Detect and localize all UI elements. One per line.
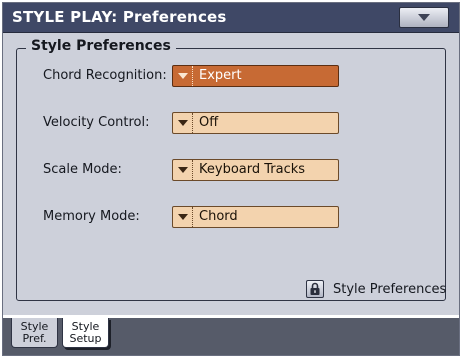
style-preferences-lock-label: Style Preferences (333, 282, 447, 297)
memory-mode-label: Memory Mode: (43, 209, 140, 224)
chord-recognition-label: Chord Recognition: (43, 68, 167, 83)
memory-mode-dropdown[interactable]: Chord (172, 206, 339, 228)
group-title: Style Preferences (26, 38, 176, 54)
lock-icon (310, 282, 320, 295)
tab-style-pref[interactable]: Style Pref. (11, 318, 58, 348)
dropdown-arrow-icon (173, 113, 193, 133)
style-preferences-lock-button[interactable] (306, 280, 324, 298)
velocity-control-value: Off (199, 115, 219, 130)
scale-mode-dropdown[interactable]: Keyboard Tracks (172, 159, 339, 181)
chord-recognition-value: Expert (199, 68, 242, 83)
chevron-down-icon (418, 14, 430, 21)
velocity-control-label: Velocity Control: (43, 115, 150, 130)
tab-strip: Style Pref. Style Setup (3, 315, 459, 355)
dropdown-arrow-icon (173, 160, 193, 180)
dropdown-arrow-icon (173, 207, 193, 227)
tab-style-pref-line2: Pref. (22, 332, 47, 345)
style-preferences-panel: Chord Recognition: Expert Velocity Contr… (7, 37, 455, 313)
memory-mode-value: Chord (199, 209, 238, 224)
style-preferences-group: Chord Recognition: Expert Velocity Contr… (16, 48, 446, 301)
page-menu-button[interactable] (399, 7, 449, 28)
velocity-control-dropdown[interactable]: Off (172, 112, 339, 134)
scale-mode-label: Scale Mode: (43, 162, 122, 177)
tab-style-setup[interactable]: Style Setup (62, 318, 109, 348)
chord-recognition-dropdown[interactable]: Expert (172, 65, 339, 87)
page-title: STYLE PLAY: Preferences (12, 8, 227, 26)
dropdown-arrow-icon (173, 66, 193, 86)
title-bar: STYLE PLAY: Preferences (3, 3, 459, 33)
preferences-window: STYLE PLAY: Preferences Chord Recognitio… (2, 2, 460, 356)
tab-style-setup-line2: Setup (69, 332, 102, 345)
scale-mode-value: Keyboard Tracks (199, 162, 306, 177)
